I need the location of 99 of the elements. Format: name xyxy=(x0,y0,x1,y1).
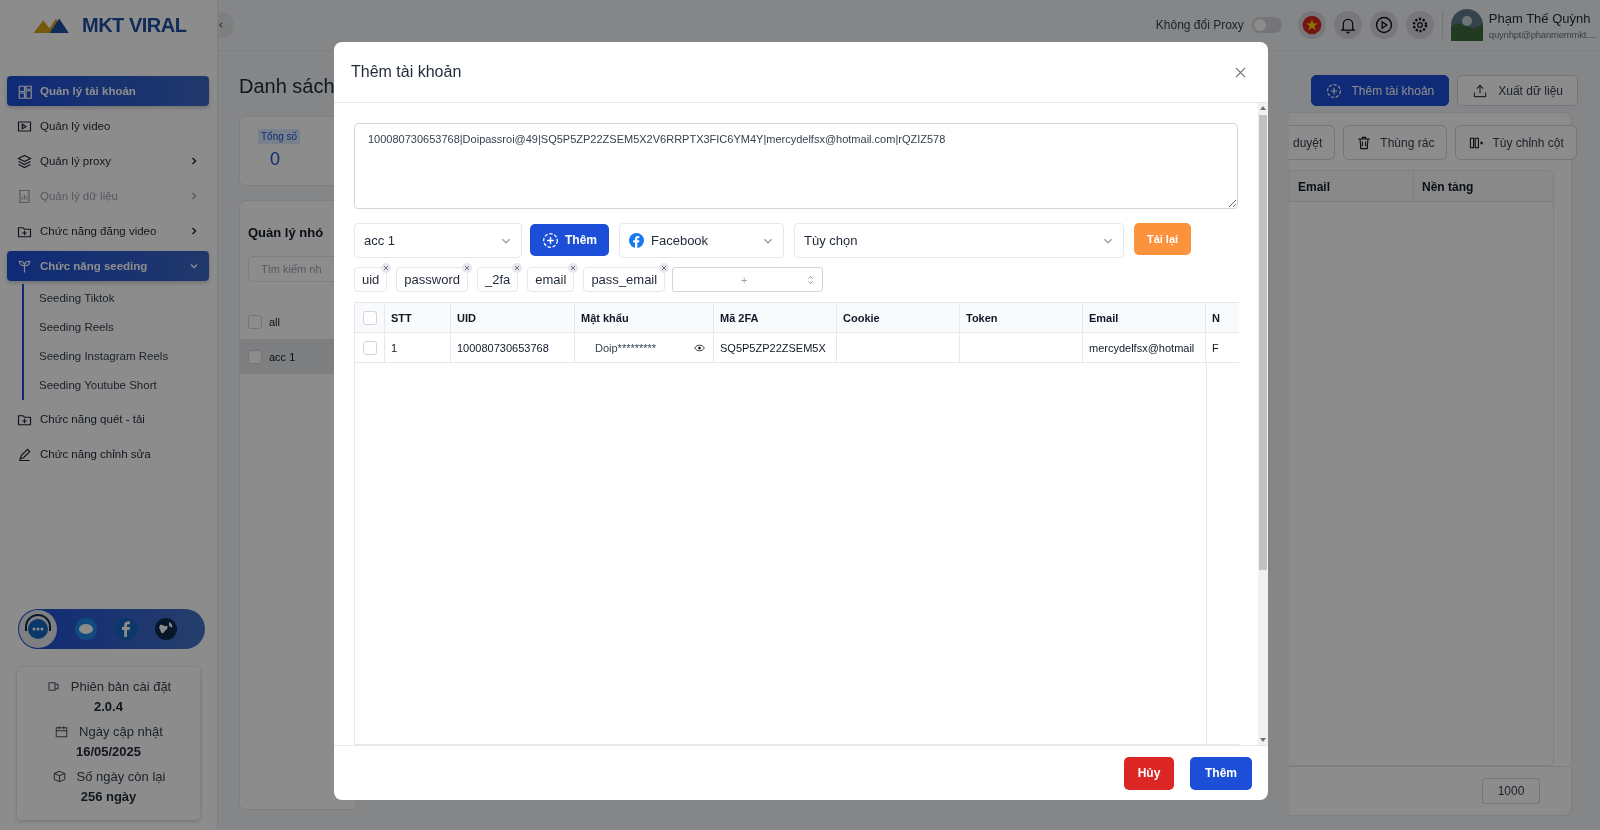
proxy-toggle[interactable] xyxy=(1251,17,1282,33)
spinner-arrows-icon[interactable] xyxy=(807,274,815,285)
submit-button[interactable]: Thêm xyxy=(1190,756,1252,790)
facebook-icon xyxy=(629,233,644,248)
table-cell: SQ5P5ZP22ZSEM5X xyxy=(714,333,837,362)
info-value: 256 ngày xyxy=(80,789,137,804)
info-icon xyxy=(54,724,70,739)
settings-icon[interactable] xyxy=(1405,11,1434,39)
group-select[interactable]: acc 1 xyxy=(354,223,522,258)
total-value: 0 xyxy=(270,149,280,170)
dialog-title: Thêm tài khoản xyxy=(351,63,462,81)
eye-icon[interactable] xyxy=(694,343,705,352)
export-button[interactable]: Xuất dữ liệu xyxy=(1457,75,1578,106)
column-header: Token xyxy=(960,303,1083,332)
menu-icon xyxy=(17,258,32,274)
globe-icon[interactable] xyxy=(154,617,178,641)
trash-button[interactable]: Thùng rác xyxy=(1343,125,1448,160)
column-header: N xyxy=(1211,310,1221,326)
column-header: Mã 2FA xyxy=(714,303,837,332)
remove-icon[interactable] xyxy=(381,263,392,273)
add-button[interactable]: Thêm xyxy=(530,224,609,256)
sidebar-item[interactable]: Chức năng quét - tải xyxy=(7,404,209,434)
support-chat-icon[interactable] xyxy=(18,609,58,649)
info-icon xyxy=(45,679,61,694)
sidebar-item[interactable]: Quản lý video xyxy=(7,111,209,141)
scrollbar[interactable] xyxy=(1258,103,1268,745)
chat-bubble-icon[interactable] xyxy=(74,617,98,641)
trash-icon xyxy=(1356,134,1373,151)
field-add-input[interactable]: + xyxy=(672,267,824,292)
scroll-down-icon[interactable] xyxy=(1259,736,1267,744)
sidebar-item[interactable]: Chức năng chỉnh sửa xyxy=(7,439,209,469)
table-cell: 1 xyxy=(385,333,451,362)
table-cell: mercydelfsx@hotmail xyxy=(1083,333,1206,362)
menu-icon xyxy=(17,188,32,204)
toolbar-button[interactable]: duyệt xyxy=(1289,125,1336,160)
remove-icon[interactable] xyxy=(512,263,523,273)
menu-icon xyxy=(17,83,32,99)
remove-icon[interactable] xyxy=(659,263,670,273)
info-value: 2.0.4 xyxy=(94,699,123,714)
plus-circle-icon xyxy=(1325,82,1342,99)
remove-icon[interactable] xyxy=(568,263,579,273)
checkbox[interactable] xyxy=(362,340,377,355)
facebook-icon[interactable] xyxy=(114,617,138,641)
notification-icon[interactable] xyxy=(1333,11,1362,39)
proxy-label: Không đổi Proxy xyxy=(1155,18,1244,32)
group-row[interactable]: all xyxy=(240,304,355,339)
column-header: Email xyxy=(1083,303,1206,332)
page-title: Danh sách xyxy=(239,75,336,98)
info-value: 16/05/2025 xyxy=(75,744,142,759)
sidebar-item[interactable]: Quản lý tài khoản xyxy=(7,76,209,106)
submenu-item[interactable]: Seeding Instagram Reels xyxy=(24,342,209,371)
column-header: STT xyxy=(385,303,451,332)
checkbox[interactable] xyxy=(362,310,377,325)
submenu-item[interactable]: Seeding Reels xyxy=(24,313,209,342)
upload-icon xyxy=(1472,82,1489,99)
scroll-up-icon[interactable] xyxy=(1259,104,1267,112)
column-header: UID xyxy=(451,303,575,332)
menu-icon xyxy=(17,118,32,134)
column-header: Email xyxy=(1289,171,1413,201)
table-cell-text: F xyxy=(1211,340,1220,356)
info-icon xyxy=(51,769,67,784)
info-label: Ngày cập nhật xyxy=(79,724,163,739)
user-name: Phạm Thế Quỳnh xyxy=(1488,10,1592,26)
flag-icon[interactable] xyxy=(1297,11,1326,39)
platform-select[interactable]: Facebook xyxy=(619,223,784,258)
columns-button[interactable]: Tùy chỉnh cột xyxy=(1455,125,1577,160)
submenu-item[interactable]: Seeding Tiktok xyxy=(24,284,209,313)
menu-icon xyxy=(17,446,32,462)
table-cell: Doip********* xyxy=(595,341,657,354)
add-account-button[interactable]: Thêm tài khoản xyxy=(1310,75,1450,106)
cancel-button[interactable]: Hủy xyxy=(1124,756,1174,790)
close-icon[interactable] xyxy=(1235,66,1246,78)
column-header: Mật khẩu xyxy=(575,303,714,332)
submenu-item[interactable]: Seeding Youtube Short xyxy=(24,371,209,400)
remove-icon[interactable] xyxy=(462,263,472,273)
info-label: Số ngày còn lại xyxy=(76,769,166,784)
checkbox[interactable] xyxy=(248,349,262,364)
sidebar-item[interactable]: Chức năng seeding xyxy=(7,251,209,281)
menu-icon xyxy=(17,153,32,169)
user-email: quynhpt@phanmemmkt.... xyxy=(1488,28,1596,40)
group-label: all xyxy=(269,315,280,328)
column-header: Nền tảng xyxy=(1413,171,1482,201)
option-select[interactable]: Tùy chọn xyxy=(794,223,1124,258)
table-cell: 100080730653768 xyxy=(451,333,575,362)
info-label: Phiên bản cài đặt xyxy=(70,679,172,694)
app-logo: MKT VIRAL xyxy=(82,13,187,37)
checkbox[interactable] xyxy=(248,314,262,329)
sidebar-item[interactable]: Chức năng đăng video xyxy=(7,216,209,246)
group-label: acc 1 xyxy=(269,350,296,363)
play-icon[interactable] xyxy=(1369,11,1398,39)
accounts-input[interactable]: 100080730653768|Doipassroi@49|SQ5P5ZP22ZSEM5X2V6RRPTX3FIC6YM4Y|mercydelfsx@hotmail.com|rQZIZ578 xyxy=(354,123,1238,209)
panel-title: Quản lý nhó xyxy=(248,225,325,240)
page-size-field[interactable]: 1000 xyxy=(1482,778,1540,804)
avatar[interactable] xyxy=(1450,9,1483,41)
sidebar-item[interactable]: Quản lý proxy xyxy=(7,146,209,176)
column-header: Cookie xyxy=(837,303,960,332)
total-label: Tổng số xyxy=(258,129,301,144)
plus-circle-icon xyxy=(542,231,559,249)
chevron-icon xyxy=(218,21,225,29)
